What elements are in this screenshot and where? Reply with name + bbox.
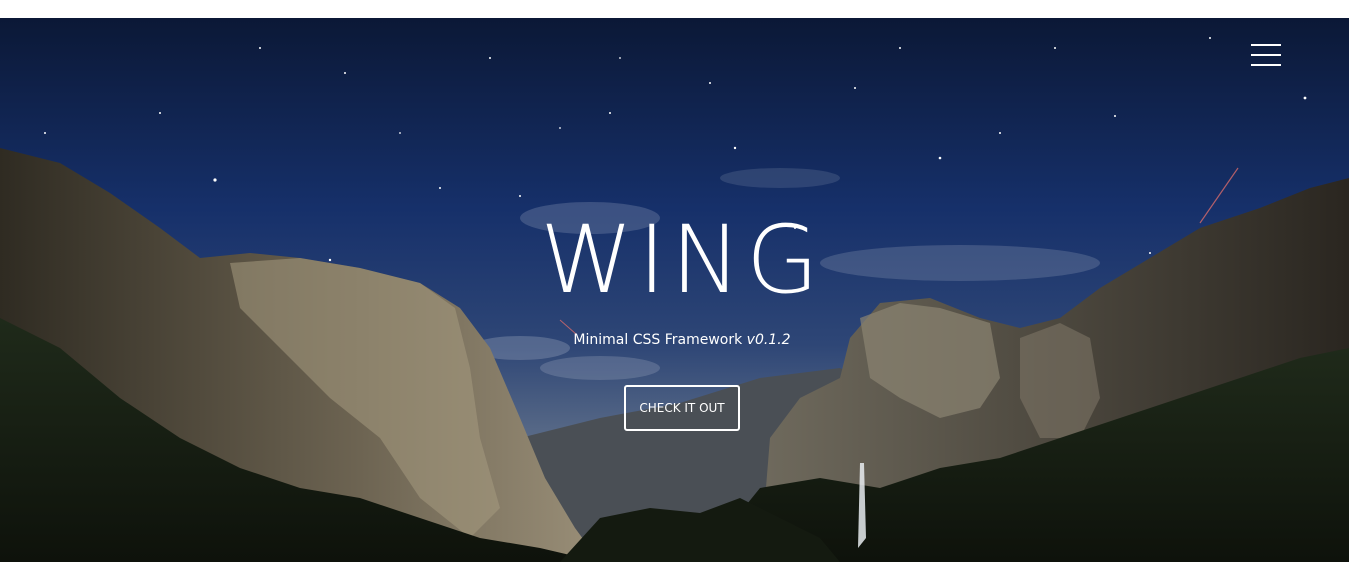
menu-line <box>1251 44 1281 46</box>
hero-banner: WING Minimal CSS Framework v0.1.2 CHECK … <box>0 18 1349 562</box>
version-label: v0.1.2 <box>746 332 791 348</box>
top-strip <box>0 0 1350 18</box>
hero-title: WING <box>540 206 824 315</box>
check-it-out-button[interactable]: CHECK IT OUT <box>624 385 740 431</box>
hero-subtitle: Minimal CSS Framework v0.1.2 <box>0 330 1349 350</box>
subtitle-text: Minimal CSS Framework <box>573 332 743 348</box>
menu-line <box>1251 54 1281 56</box>
hamburger-menu-icon[interactable] <box>1250 44 1282 68</box>
menu-line <box>1251 64 1281 66</box>
